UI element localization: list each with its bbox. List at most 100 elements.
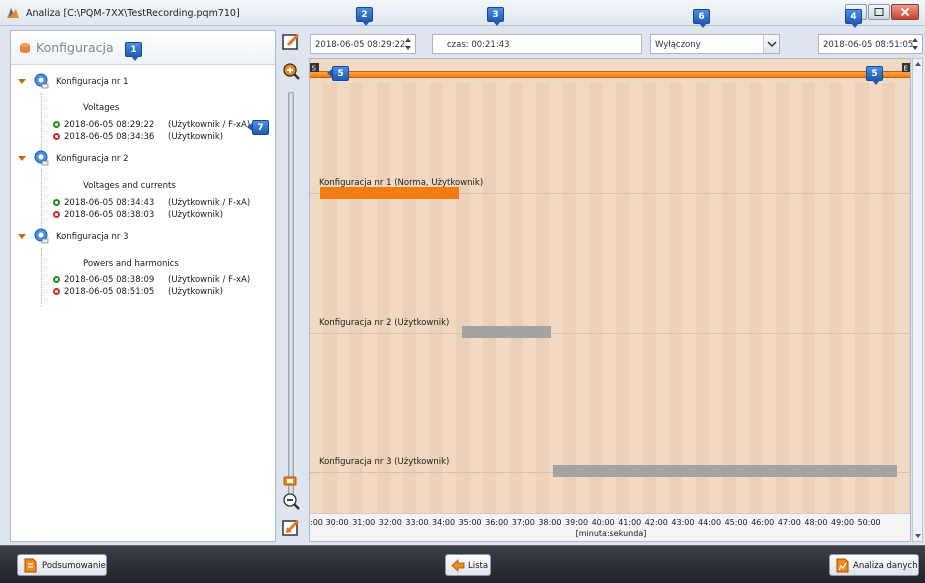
tree-connector <box>41 93 42 151</box>
tree-config-1[interactable]: Konfiguracja nr 1 <box>11 72 277 92</box>
callout-marker: 2 <box>356 7 373 26</box>
list-button[interactable]: Lista <box>445 554 491 576</box>
window-title: Analiza [C:\PQM-7XX\TestRecording.pqm710… <box>26 8 240 19</box>
axis-tick-label: 31:00 <box>352 518 376 527</box>
zoom-out-icon[interactable] <box>281 492 302 512</box>
bottom-navigation-bar: Podsumowanie Lista Analiza danych <box>0 545 925 583</box>
time-grid-stripe <box>522 83 537 541</box>
time-axis: :00 30:00 31:00 32:00 33:00 34:00 35:00 36:00 37… <box>310 513 910 541</box>
recording-start-row[interactable]: 2018-06-05 08:34:43 (Użytkownik / F-xA) <box>53 198 273 209</box>
gantt-bar-config-1[interactable] <box>319 187 459 199</box>
svg-text:S: S <box>312 65 317 73</box>
axis-unit-label: [minuta:sekunda] <box>575 529 647 538</box>
stop-user: (Użytkownik) <box>168 210 224 220</box>
stop-time: 2018-06-05 08:51:05 <box>64 287 155 297</box>
gantt-row-label: Konfiguracja nr 2 (Użytkownik) <box>319 318 450 328</box>
scroll-up-icon[interactable] <box>915 62 921 66</box>
range-end-handle[interactable]: E <box>901 63 911 81</box>
list-arrow-icon <box>451 559 465 572</box>
summary-button[interactable]: Podsumowanie <box>17 554 107 576</box>
gantt-bar-config-2[interactable] <box>462 326 551 338</box>
zoom-slider[interactable] <box>288 92 294 502</box>
spinner-arrows-icon[interactable] <box>910 36 920 52</box>
collapse-arrow-icon[interactable] <box>18 234 26 239</box>
stop-user: (Użytkownik) <box>168 287 224 297</box>
time-grid-stripe <box>443 83 457 541</box>
start-user: (Użytkownik / F-xA) <box>168 198 251 208</box>
time-grid-stripe <box>310 83 324 541</box>
time-grid-stripe <box>376 83 390 541</box>
list-label: Lista <box>468 561 489 571</box>
edit-export-icon[interactable] <box>281 32 302 52</box>
config-description: Voltages <box>83 103 120 113</box>
axis-tick-label: 42:00 <box>644 518 668 527</box>
start-marker-icon <box>53 121 60 128</box>
stop-time: 2018-06-05 08:38:03 <box>64 210 155 220</box>
duration-value: czas: 00:21:43 <box>447 40 510 50</box>
configuration-panel: Konfiguracja Konfiguracja nr 1 Voltages … <box>10 30 276 542</box>
zoom-in-icon[interactable] <box>281 62 302 82</box>
start-marker-icon <box>53 276 60 283</box>
time-grid-stripe <box>336 83 350 541</box>
time-grid-stripe <box>363 83 377 541</box>
analysis-icon <box>836 558 849 573</box>
callout-marker: 7 <box>247 120 269 135</box>
axis-tick-label: 34:00 <box>432 518 456 527</box>
time-grid-stripe <box>403 83 417 541</box>
stop-time: 2018-06-05 08:34:36 <box>64 132 155 142</box>
stop-user: (Użytkownik) <box>168 132 224 142</box>
collapse-arrow-icon[interactable] <box>18 156 26 161</box>
callout-marker: 4 <box>845 9 862 28</box>
gantt-bar-config-3[interactable] <box>553 465 898 477</box>
recording-start-row[interactable]: 2018-06-05 08:38:09 (Użytkownik / F-xA) <box>53 275 273 286</box>
axis-tick-label: 47:00 <box>777 518 801 527</box>
gantt-row-line <box>310 333 910 334</box>
import-edit-icon[interactable] <box>281 518 302 538</box>
summary-label: Podsumowanie <box>42 561 106 571</box>
axis-tick-label: 48:00 <box>804 518 828 527</box>
stop-marker-icon <box>53 288 60 295</box>
tree-config-2[interactable]: Konfiguracja nr 2 <box>11 149 277 169</box>
recording-start-row[interactable]: 2018-06-05 08:29:22 (Użytkownik / F-xA) <box>53 120 273 131</box>
collapse-arrow-icon[interactable] <box>18 79 26 84</box>
database-icon <box>20 43 30 53</box>
duration-field: czas: 00:21:43 <box>432 34 642 54</box>
close-button[interactable] <box>891 4 919 20</box>
range-start-handle[interactable]: S <box>310 63 320 81</box>
scroll-down-icon[interactable] <box>915 534 921 538</box>
time-grid-stripe <box>323 83 337 541</box>
callout-marker: 5 <box>327 66 349 81</box>
zoom-slider-thumb[interactable] <box>283 476 297 486</box>
svg-text:E: E <box>904 65 908 73</box>
timeline-chart[interactable]: S E Konfiguracja nr 1 (Norma, Użytkownik… <box>309 58 911 542</box>
close-icon <box>900 7 910 17</box>
recording-stop-row[interactable]: 2018-06-05 08:51:05 (Użytkownik) <box>53 287 273 298</box>
filter-dropdown[interactable]: Wyłączony <box>650 34 780 54</box>
chevron-down-icon[interactable] <box>763 35 779 53</box>
time-grid-stripe <box>456 83 470 541</box>
spinner-arrows-icon[interactable] <box>403 36 413 52</box>
time-range-bar[interactable] <box>310 71 910 78</box>
vertical-scrollbar[interactable] <box>912 58 923 542</box>
axis-tick-label: 37:00 <box>511 518 535 527</box>
maximize-button[interactable] <box>868 4 890 20</box>
callout-marker: 6 <box>693 9 710 28</box>
tree-config-3[interactable]: Konfiguracja nr 3 <box>11 227 277 247</box>
time-grid-stripe <box>416 83 430 541</box>
recording-stop-row[interactable]: 2018-06-05 08:34:36 (Użytkownik) <box>53 132 273 143</box>
end-time-spinner[interactable]: 2018-06-05 08:51:05 <box>818 34 923 54</box>
time-grid-stripe <box>496 83 510 541</box>
tree-connector <box>41 170 42 228</box>
time-grid-stripe <box>908 83 910 541</box>
axis-tick-label: 50:00 <box>857 518 881 527</box>
time-grid-stripe <box>536 83 550 541</box>
data-analysis-button[interactable]: Analiza danych <box>829 554 919 576</box>
axis-tick-label: 30:00 <box>325 518 349 527</box>
axis-tick-label: 36:00 <box>485 518 509 527</box>
start-time-spinner[interactable]: 2018-06-05 08:29:22 <box>310 34 416 54</box>
axis-tick-label: 41:00 <box>618 518 642 527</box>
config-label: Konfiguracja nr 3 <box>56 232 129 242</box>
axis-tick-label: 40:00 <box>591 518 615 527</box>
recording-stop-row[interactable]: 2018-06-05 08:38:03 (Użytkownik) <box>53 210 273 221</box>
time-grid-stripe <box>469 83 483 541</box>
